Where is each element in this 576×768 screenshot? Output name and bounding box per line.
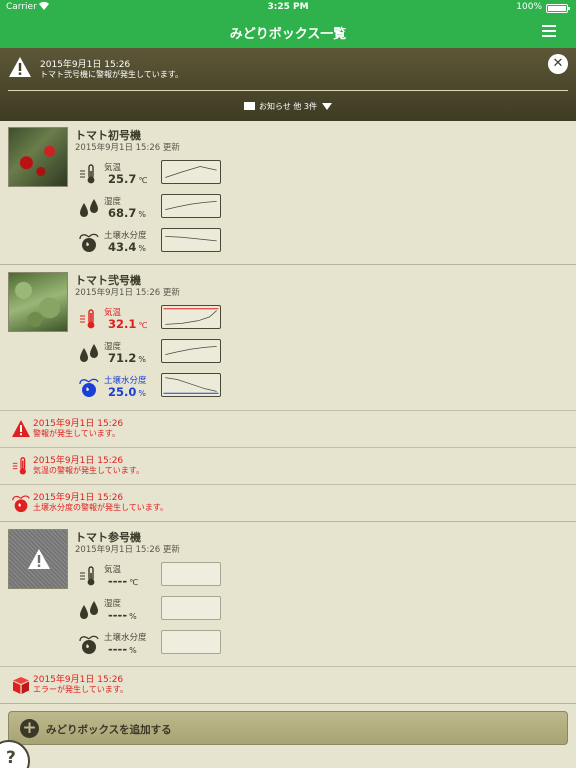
envelope-icon [243,102,255,110]
soil-moisture-sparkline[interactable] [161,630,221,654]
box-photo [8,272,68,332]
sensor-value: 43.4% [108,240,146,254]
box-photo [8,529,68,589]
page-title: みどりボックス一覧 [229,27,347,42]
sensor-soil-moisture: 土壌水分度 ----% [78,630,228,659]
thermometer-icon [80,164,95,184]
thermometer-icon [80,309,95,329]
humidity-sparkline[interactable] [161,596,221,620]
sensor-humidity: 湿度 ----% [78,596,228,625]
sensor-temperature: 気温 25.7 ℃ [78,160,228,189]
warning-icon [28,549,50,569]
notice-more-label: お知らせ 他 3件 [258,102,317,111]
sensor-soil-moisture: 土壌水分度 43.4% [78,228,228,257]
box-updated: 2015年9月1日 15:26 更新 [75,143,180,153]
sensor-value: 71.2% [108,351,146,365]
notice-banner: 2015年9月1日 15:26 トマト弐号機に警報が発生しています。 ✕ お知ら… [0,48,576,121]
box-photo [8,127,68,187]
soil-icon [79,635,99,654]
add-box-button[interactable]: + みどりボックスを追加する [8,711,568,745]
alert-row[interactable]: 2015年9月1日 15:26 エラーが発生しています。 [0,666,576,703]
battery-percent: 100% [516,2,542,12]
sensor-value: 32.1 ℃ [108,317,148,331]
sensor-temperature: 気温 ---- ℃ [78,562,228,591]
temperature-sparkline[interactable] [161,562,221,586]
water-drops-icon [80,344,98,362]
sensor-value: ---- ℃ [108,574,139,588]
temperature-sparkline[interactable] [161,160,221,184]
battery-icon [546,4,570,13]
alert-message: エラーが発生しています。 [33,685,128,694]
humidity-sparkline[interactable] [161,339,221,363]
notice-message: トマト弐号機に警報が発生しています。 [40,70,183,79]
warning-icon [9,57,31,77]
box-card[interactable]: トマト初号機 2015年9月1日 15:26 更新 気温 25.7 ℃ 湿度 68… [0,121,576,265]
alert-message: 土壌水分度の警報が発生しています。 [33,503,168,512]
alert-row[interactable]: 2015年9月1日 15:26 警報が発生しています。 [0,410,576,447]
soil-icon [79,378,99,397]
clock: 3:25 PM [267,2,309,12]
soil-icon [12,495,30,513]
soil-moisture-sparkline[interactable] [161,373,221,397]
alert-row[interactable]: 2015年9月1日 15:26 気温の警報が発生しています。 [0,447,576,484]
box-card[interactable]: トマト弐号機 2015年9月1日 15:26 更新 気温 32.1 ℃ 湿度 71… [0,266,576,522]
menu-icon[interactable] [542,25,556,37]
box-updated: 2015年9月1日 15:26 更新 [75,288,180,298]
question-icon: ? [6,748,16,768]
plus-icon: + [20,719,39,738]
nav-bar: みどりボックス一覧 [0,16,576,48]
humidity-sparkline[interactable] [161,194,221,218]
water-drops-icon [80,199,98,217]
sensor-value: 25.7 ℃ [108,172,148,186]
alert-message: 気温の警報が発生しています。 [33,466,144,475]
alert-message: 警報が発生しています。 [33,429,120,438]
alert-row[interactable]: 2015年9月1日 15:26 土壌水分度の警報が発生しています。 [0,484,576,521]
status-bar: Carrier 3:25 PM 100% [0,0,576,16]
warning-icon [12,420,30,437]
sensor-value: 68.7% [108,206,146,220]
temperature-sparkline[interactable] [161,305,221,329]
close-icon[interactable]: ✕ [548,54,568,74]
add-box-label: みどりボックスを追加する [46,724,172,736]
error-box-icon [13,677,29,694]
divider [8,90,568,91]
sensor-humidity: 湿度 71.2% [78,339,228,368]
chevron-down-icon [322,103,332,110]
soil-moisture-sparkline[interactable] [161,228,221,252]
thermometer-icon [12,457,26,475]
box-card[interactable]: トマト参号機 2015年9月1日 15:26 更新 気温 ---- ℃ 湿度 --… [0,523,576,704]
sensor-humidity: 湿度 68.7% [78,194,228,223]
sensor-value: ----% [108,608,137,622]
sensor-value: ----% [108,642,137,656]
box-updated: 2015年9月1日 15:26 更新 [75,545,180,555]
notice-more-toggle[interactable]: お知らせ 他 3件 [0,101,576,112]
water-drops-icon [80,601,98,619]
thermometer-icon [80,566,95,586]
sensor-soil-moisture: 土壌水分度 25.0% [78,373,228,402]
sensor-value: 25.0% [108,385,146,399]
soil-icon [79,233,99,252]
sensor-temperature: 気温 32.1 ℃ [78,305,228,334]
